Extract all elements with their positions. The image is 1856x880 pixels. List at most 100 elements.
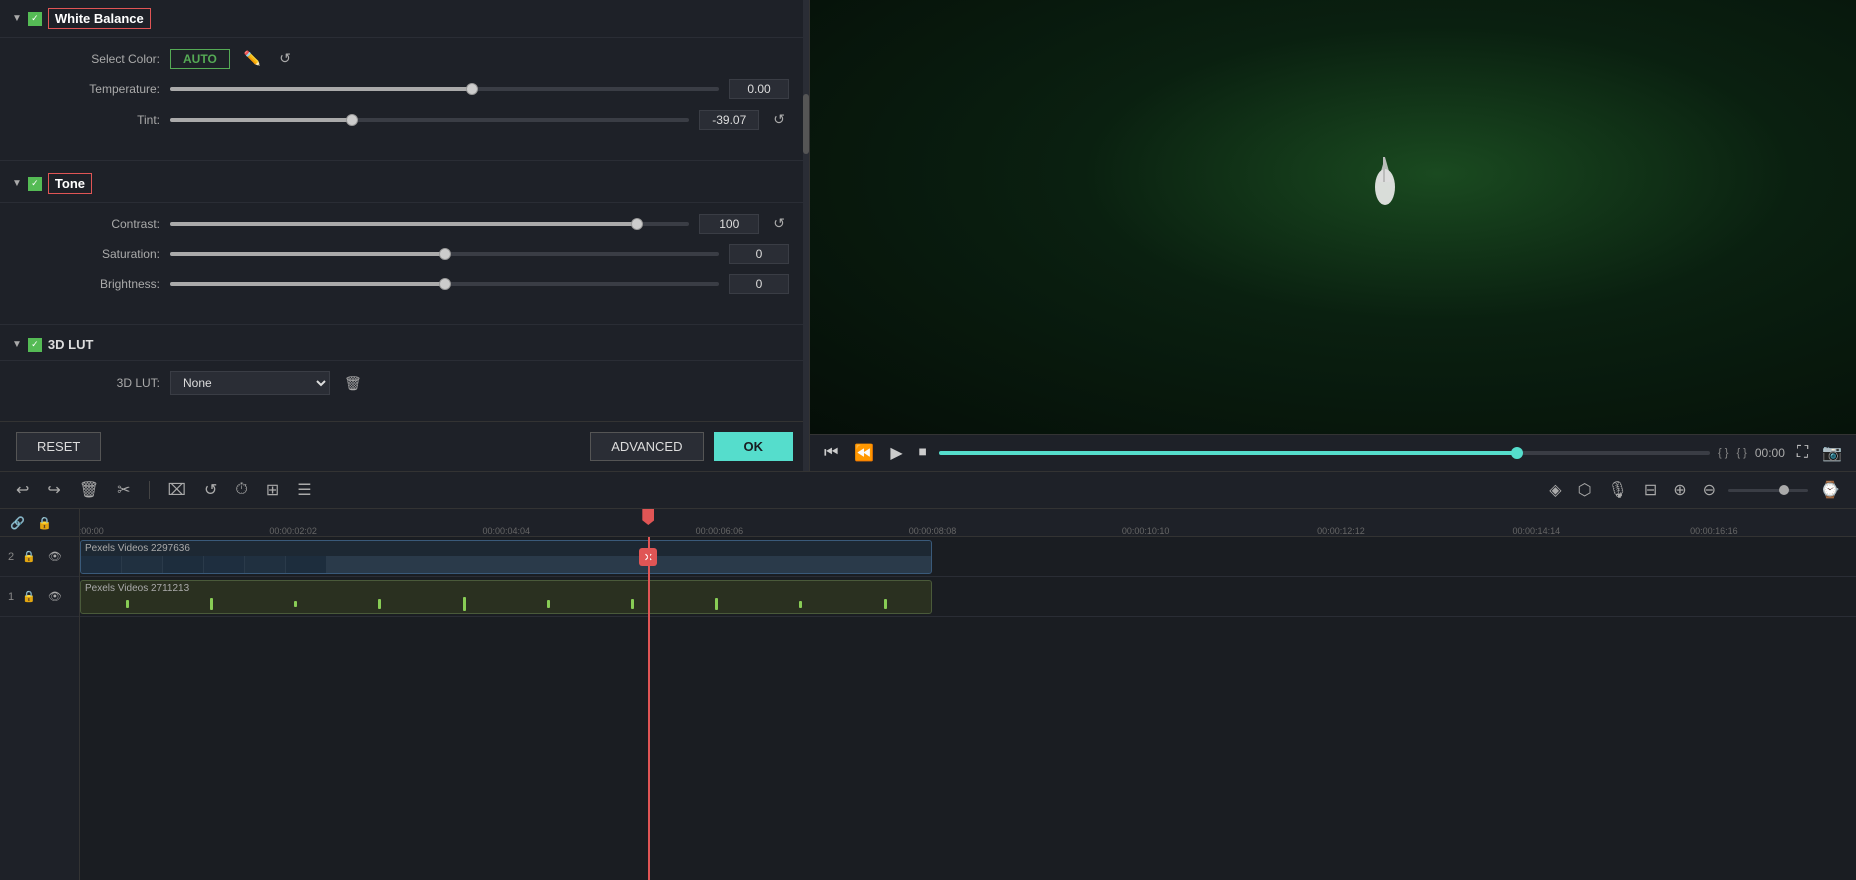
- subtitle-button[interactable]: ⊟: [1640, 478, 1661, 502]
- grid-button[interactable]: ⊞: [262, 478, 283, 502]
- video-clip-2297636[interactable]: Pexels Videos 2297636: [80, 540, 932, 574]
- track2-eye-icon[interactable]: 👁: [44, 548, 66, 565]
- track1-eye-icon[interactable]: 👁: [44, 588, 66, 605]
- undo-curve-button[interactable]: ↺: [200, 478, 221, 502]
- speed-button[interactable]: ⏱: [231, 479, 251, 501]
- reset-color-icon[interactable]: ↺: [275, 48, 295, 69]
- clip-2297636-label: Pexels Videos 2297636: [81, 541, 931, 556]
- audio-clip-2711213[interactable]: Pexels Videos 2711213: [80, 580, 932, 614]
- panel-footer: RESET ADVANCED OK: [0, 421, 809, 471]
- contrast-value[interactable]: [699, 214, 759, 234]
- tone-checkbox[interactable]: ✓: [28, 177, 42, 191]
- crop-button[interactable]: ⌧: [164, 478, 190, 502]
- clip-thumbnails: [81, 556, 931, 573]
- tint-reset-icon[interactable]: ↺: [769, 109, 789, 130]
- composite-button[interactable]: ◈: [1545, 478, 1565, 502]
- temperature-row: Temperature:: [40, 79, 789, 99]
- saturation-slider[interactable]: [170, 252, 719, 256]
- tint-row: Tint: ↺: [40, 109, 789, 130]
- stop-button[interactable]: ⏹: [915, 442, 931, 464]
- white-balance-checkbox[interactable]: ✓: [28, 12, 42, 26]
- track2-number: 2: [8, 551, 14, 563]
- audio-button[interactable]: 🎙: [1604, 478, 1632, 502]
- saturation-label: Saturation:: [40, 247, 160, 261]
- menu-button[interactable]: ☰: [293, 478, 315, 502]
- ruler-playhead: [648, 509, 654, 525]
- temperature-slider[interactable]: [170, 87, 719, 91]
- tone-section: ▼ ✓ Tone Contrast: ↺ Saturation:: [0, 165, 809, 320]
- redo-button[interactable]: ↪: [43, 478, 64, 502]
- track2-label-row: 2 🔒 👁: [0, 537, 79, 577]
- skip-back-button[interactable]: ⏮: [820, 442, 842, 464]
- white-balance-chevron: ▼: [12, 13, 22, 24]
- temperature-value[interactable]: [729, 79, 789, 99]
- auto-button[interactable]: AUTO: [170, 49, 230, 69]
- timeline-link-button[interactable]: 🔗: [6, 514, 29, 532]
- ruler-mark-8: 00:00:16:16: [1690, 526, 1738, 536]
- saturation-value[interactable]: [729, 244, 789, 264]
- right-preview: ⏮ ⏪ ▶ ⏹ { } { } 00:00 ⛶ 📷: [810, 0, 1856, 471]
- playhead-line: [648, 537, 650, 880]
- contrast-reset-icon[interactable]: ↺: [769, 213, 789, 234]
- lut3d-header[interactable]: ▼ ✓ 3D LUT: [0, 329, 809, 361]
- eyedropper-icon[interactable]: ✏️: [240, 48, 265, 69]
- white-balance-section: ▼ ✓ White Balance Select Color: AUTO ✏️ …: [0, 0, 809, 156]
- white-balance-header[interactable]: ▼ ✓ White Balance: [0, 0, 809, 38]
- lut-select[interactable]: None Cinematic Warm Cool: [170, 371, 330, 395]
- brightness-row: Brightness:: [40, 274, 789, 294]
- ok-button[interactable]: OK: [714, 432, 794, 461]
- ruler-mark-0: 00:00:00:00: [80, 526, 104, 536]
- tone-header[interactable]: ▼ ✓ Tone: [0, 165, 809, 203]
- progress-bar[interactable]: [939, 451, 1710, 455]
- clip-2711213-label: Pexels Videos 2711213: [81, 581, 931, 596]
- brightness-slider[interactable]: [170, 282, 719, 286]
- tint-slider[interactable]: [170, 118, 689, 122]
- select-color-label: Select Color:: [40, 52, 160, 66]
- boat-overlay: [1370, 152, 1400, 212]
- ruler-mark-6: 00:00:12:12: [1317, 526, 1365, 536]
- screenshot-icon[interactable]: 📷: [1818, 441, 1846, 465]
- ruler-mark-3: 00:00:06:06: [696, 526, 744, 536]
- panel-scrollbar[interactable]: [803, 0, 809, 471]
- waveform: [81, 596, 931, 612]
- lut3d-checkbox[interactable]: ✓: [28, 338, 42, 352]
- tint-label: Tint:: [40, 113, 160, 127]
- zoom-in-button[interactable]: ⊕: [1669, 478, 1690, 502]
- left-panel: ▼ ✓ White Balance Select Color: AUTO ✏️ …: [0, 0, 810, 471]
- contrast-slider[interactable]: [170, 222, 689, 226]
- timeline-lock-button[interactable]: 🔒: [33, 514, 56, 532]
- lut-row: 3D LUT: None Cinematic Warm Cool 🗑: [40, 371, 789, 395]
- track1-lock-icon[interactable]: 🔒: [18, 588, 40, 605]
- track-area: 00:00:00:00 00:00:02:02 00:00:04:04 00:0…: [80, 509, 1856, 880]
- timeline-content: 🔗 🔒 2 🔒 👁 1 🔒 👁 00:00:00:00 00:00:02:02 …: [0, 509, 1856, 880]
- lut3d-body: 3D LUT: None Cinematic Warm Cool 🗑: [0, 361, 809, 421]
- lut-delete-icon[interactable]: 🗑: [340, 373, 366, 394]
- fullscreen-icon[interactable]: ⛶: [1793, 442, 1812, 464]
- mask-button[interactable]: ⬡: [1574, 478, 1596, 502]
- track1-label-row: 1 🔒 👁: [0, 577, 79, 617]
- playback-right-icons: ⛶ 📷: [1793, 441, 1846, 465]
- play-button[interactable]: ▶: [886, 441, 906, 465]
- timer-button[interactable]: ⌚: [1816, 478, 1844, 502]
- ruler-mark-5: 00:00:10:10: [1122, 526, 1170, 536]
- reset-button[interactable]: RESET: [16, 432, 101, 461]
- tint-value[interactable]: [699, 110, 759, 130]
- brightness-value[interactable]: [729, 274, 789, 294]
- undo-button[interactable]: ↩: [12, 478, 33, 502]
- timeline-ruler: 00:00:00:00 00:00:02:02 00:00:04:04 00:0…: [80, 509, 1856, 537]
- cut-button[interactable]: ✂: [113, 478, 134, 502]
- ruler-mark-1: 00:00:02:02: [269, 526, 317, 536]
- progress-fill: [939, 451, 1518, 455]
- track1-row: Pexels Videos 2711213: [80, 577, 1856, 617]
- time-display: 00:00: [1755, 446, 1785, 460]
- lut3d-chevron: ▼: [12, 339, 22, 350]
- step-back-button[interactable]: ⏪: [850, 441, 878, 465]
- delete-button[interactable]: 🗑: [75, 478, 103, 502]
- white-balance-title: White Balance: [48, 8, 151, 29]
- advanced-button[interactable]: ADVANCED: [590, 432, 703, 461]
- track2-lock-icon[interactable]: 🔒: [18, 548, 40, 565]
- select-color-row: Select Color: AUTO ✏️ ↺: [40, 48, 789, 69]
- zoom-out-button[interactable]: ⊖: [1699, 478, 1720, 502]
- panel-scrollbar-thumb: [803, 94, 809, 154]
- brightness-label: Brightness:: [40, 277, 160, 291]
